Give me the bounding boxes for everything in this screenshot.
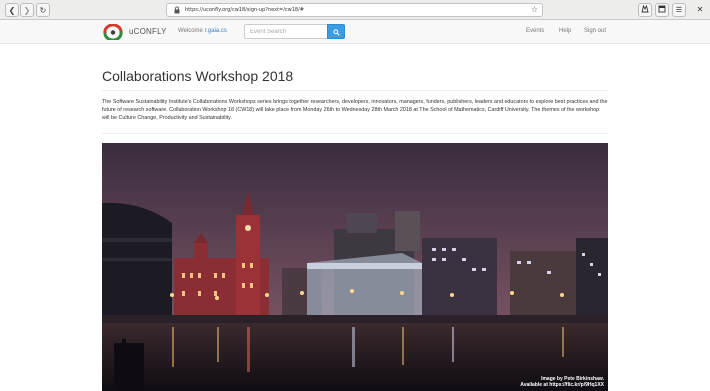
window-icon	[658, 5, 666, 15]
downloads-button[interactable]	[655, 3, 669, 17]
divider	[102, 90, 608, 91]
extensions-button[interactable]	[638, 3, 652, 17]
event-search-input[interactable]	[244, 24, 328, 39]
lock-icon	[173, 6, 181, 14]
browser-toolbar: ❮ ❯ ↻ https://uconfly.org/cw18/sign-up?n…	[0, 0, 710, 20]
menu-button[interactable]: ☰	[672, 3, 686, 17]
nav-help-link[interactable]: Help	[559, 28, 571, 34]
search-button[interactable]	[327, 24, 345, 39]
url-text: https://uconfly.org/cw18/sign-up?next=/c…	[185, 7, 304, 13]
image-credit: Image by Pete Birkinshaw. Available at h…	[520, 376, 604, 388]
event-hero-image: Image by Pete Birkinshaw. Available at h…	[102, 143, 608, 391]
hamburger-icon: ☰	[675, 6, 683, 14]
welcome-prefix: Welcome	[178, 28, 203, 34]
site-navbar: uCONFLY Welcome r.gaia.cs Events Help Si…	[0, 20, 710, 44]
reload-icon: ↻	[39, 5, 47, 15]
back-button[interactable]: ❮	[5, 3, 19, 17]
nav-events-link[interactable]: Events	[526, 28, 544, 34]
event-description: The Software Sustainability Institute's …	[102, 99, 608, 121]
divider	[102, 133, 608, 134]
address-bar[interactable]: https://uconfly.org/cw18/sign-up?next=/c…	[166, 3, 543, 17]
welcome-text: Welcome r.gaia.cs	[178, 28, 227, 34]
reload-button[interactable]: ↻	[36, 3, 50, 17]
chevron-left-icon: ❮	[8, 5, 16, 15]
username-link[interactable]: r.gaia.cs	[205, 28, 227, 34]
search-icon	[332, 23, 340, 41]
nav-signout-link[interactable]: Sign out	[584, 28, 606, 34]
chevron-right-icon: ❯	[23, 5, 31, 15]
uconfly-logo-icon[interactable]	[102, 23, 124, 42]
star-icon[interactable]: ☆	[531, 5, 538, 14]
puzzle-icon	[641, 4, 649, 15]
close-icon[interactable]: ✕	[694, 4, 706, 16]
cardiff-bay-night-photo	[102, 143, 608, 391]
forward-button[interactable]: ❯	[20, 3, 34, 17]
page-title: Collaborations Workshop 2018	[102, 68, 294, 84]
brand-name[interactable]: uCONFLY	[129, 27, 167, 36]
image-credit-link[interactable]: Available at https://flic.kr/p/9Hq1XX	[520, 382, 604, 388]
